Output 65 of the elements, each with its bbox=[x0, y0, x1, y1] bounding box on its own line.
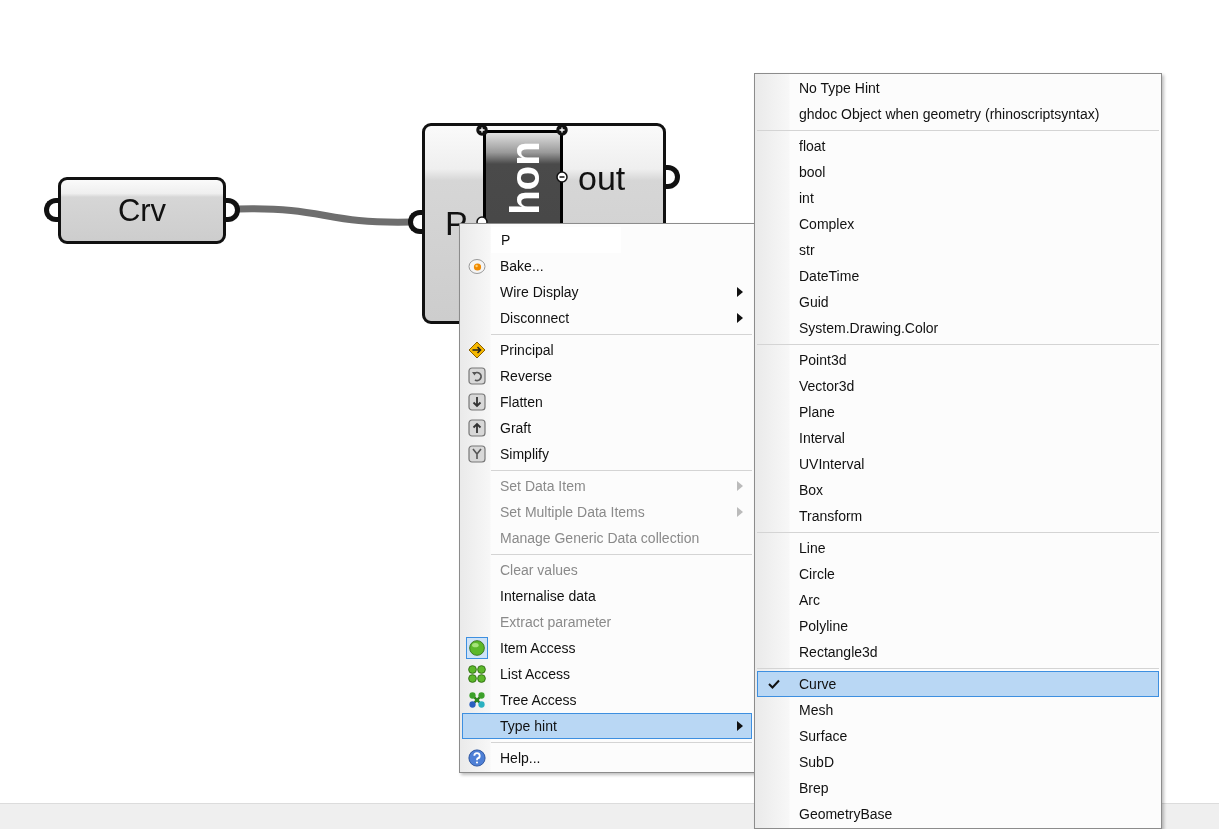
menu-item[interactable]: List Access bbox=[462, 661, 752, 687]
menu-item[interactable]: Internalise data bbox=[462, 583, 752, 609]
menu-item[interactable]: System.Drawing.Color bbox=[757, 315, 1159, 341]
menu-item[interactable]: Vector3d bbox=[757, 373, 1159, 399]
check-icon bbox=[768, 679, 780, 689]
menu-item[interactable]: Simplify bbox=[462, 441, 752, 467]
menu-item[interactable]: Complex bbox=[757, 211, 1159, 237]
input-port[interactable] bbox=[408, 210, 422, 234]
submenu-arrow-icon bbox=[737, 481, 743, 491]
menu-item[interactable]: Surface bbox=[757, 723, 1159, 749]
menu-item[interactable]: Wire Display bbox=[462, 279, 752, 305]
menu-item[interactable]: Item Access bbox=[462, 635, 752, 661]
menu-item[interactable]: DateTime bbox=[757, 263, 1159, 289]
menu-item[interactable]: Graft bbox=[462, 415, 752, 441]
menu-item[interactable]: Interval bbox=[757, 425, 1159, 451]
plus-handle-icon[interactable] bbox=[556, 124, 568, 136]
dots-cross-icon bbox=[466, 689, 487, 711]
menu-item[interactable]: Guid bbox=[757, 289, 1159, 315]
output-port[interactable] bbox=[666, 165, 680, 189]
submenu-arrow-icon bbox=[737, 287, 743, 297]
menu-item[interactable]: str bbox=[757, 237, 1159, 263]
input-port[interactable] bbox=[44, 198, 58, 222]
funnel-icon bbox=[466, 444, 487, 464]
menu-item[interactable]: Point3d bbox=[757, 347, 1159, 373]
menu-item[interactable]: Tree Access bbox=[462, 687, 752, 713]
node-label: Crv bbox=[117, 192, 167, 229]
menu-item[interactable]: Disconnect bbox=[462, 305, 752, 331]
output-port[interactable] bbox=[226, 198, 240, 222]
menu-item[interactable]: GeometryBase bbox=[757, 801, 1159, 827]
menu-item[interactable]: float bbox=[757, 133, 1159, 159]
menu-item[interactable]: No Type Hint bbox=[757, 75, 1159, 101]
menu-item[interactable]: UVInterval bbox=[757, 451, 1159, 477]
menu-item[interactable]: SubD bbox=[757, 749, 1159, 775]
param-node[interactable]: Crv bbox=[58, 177, 226, 244]
submenu-arrow-icon bbox=[737, 721, 743, 731]
menu-item[interactable]: Type hint bbox=[462, 713, 752, 739]
menu-item[interactable]: bool bbox=[757, 159, 1159, 185]
menu-item[interactable]: Mesh bbox=[757, 697, 1159, 723]
menu-item[interactable]: Flatten bbox=[462, 389, 752, 415]
minus-handle-icon[interactable] bbox=[556, 171, 568, 183]
menu-item[interactable]: Reverse bbox=[462, 363, 752, 389]
submenu-arrow-icon bbox=[737, 313, 743, 323]
menu-item[interactable]: Box bbox=[757, 477, 1159, 503]
menu-item[interactable]: Transform bbox=[757, 503, 1159, 529]
menu-item[interactable]: Plane bbox=[757, 399, 1159, 425]
submenu-arrow-icon bbox=[737, 507, 743, 517]
help-icon bbox=[466, 747, 487, 769]
menu-item[interactable]: Principal bbox=[462, 337, 752, 363]
menu-item[interactable]: Curve bbox=[757, 671, 1159, 697]
menu-item[interactable]: Arc bbox=[757, 587, 1159, 613]
menu-item[interactable]: Circle bbox=[757, 561, 1159, 587]
menu-item[interactable]: Bake... bbox=[462, 253, 752, 279]
menu-item[interactable]: Polyline bbox=[757, 613, 1159, 639]
menu-item[interactable]: int bbox=[757, 185, 1159, 211]
menu-item[interactable]: Help... bbox=[462, 745, 752, 771]
output-label: out bbox=[578, 161, 626, 195]
node-title: hon bbox=[505, 141, 545, 215]
egg-icon bbox=[466, 256, 487, 276]
plus-handle-icon[interactable] bbox=[476, 124, 488, 136]
four-dots-icon bbox=[466, 663, 487, 685]
menu-item[interactable]: Line bbox=[757, 535, 1159, 561]
menu-item[interactable]: Brep bbox=[757, 775, 1159, 801]
diamond-arrow-icon bbox=[466, 340, 487, 360]
menu-item[interactable]: ghdoc Object when geometry (rhinoscriptsyntax) bbox=[757, 101, 1159, 127]
menu-item[interactable]: Rectangle3d bbox=[757, 639, 1159, 665]
